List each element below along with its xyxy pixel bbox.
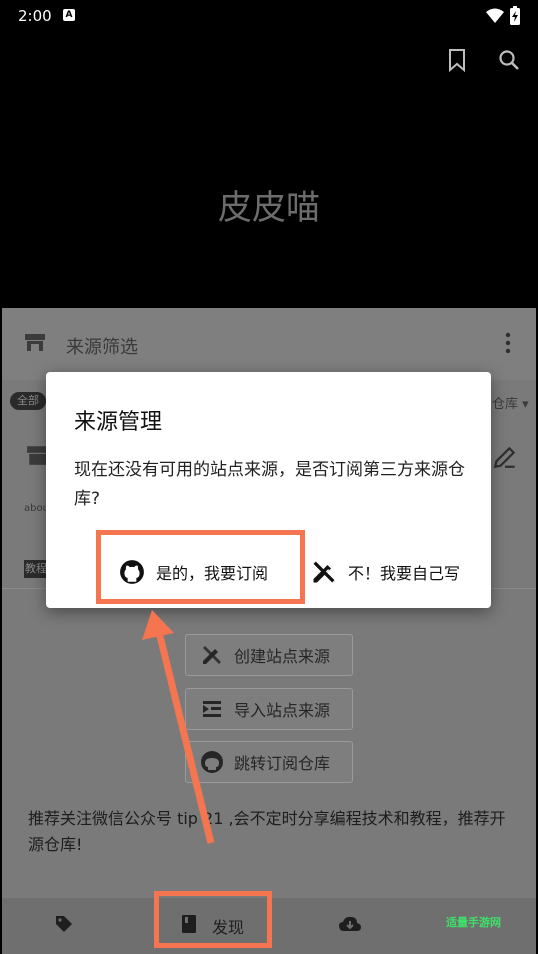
annotation-arrow (142, 610, 215, 844)
